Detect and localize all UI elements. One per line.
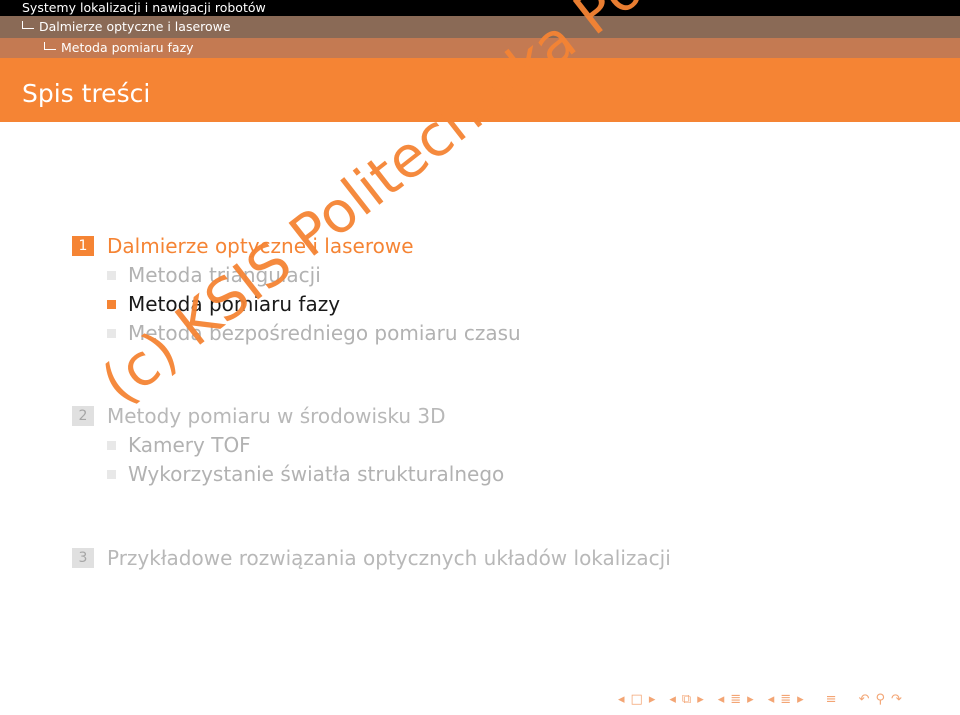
section-number-badge: 2 [72, 406, 94, 426]
section-prev-icon[interactable]: ◂ [718, 692, 725, 707]
toc-subsection-2-1[interactable]: Kamery TOF [107, 433, 251, 457]
tree-branch-icon [44, 42, 56, 50]
subsection-next-icon[interactable]: ▸ [697, 692, 704, 707]
back-icon[interactable]: ↶ [859, 692, 870, 707]
header-subsection-label: Metoda pomiaru fazy [61, 40, 194, 55]
forward-icon[interactable]: ↷ [891, 692, 902, 707]
subsection-icon-2[interactable]: ≣ [780, 692, 791, 707]
toc-subsection-title: Kamery TOF [128, 433, 251, 457]
toc-subsection-title: Wykorzystanie światła strukturalnego [128, 462, 505, 486]
header-section-label: Dalmierze optyczne i laserowe [39, 19, 231, 34]
toc-subsection-2-2[interactable]: Wykorzystanie światła strukturalnego [107, 462, 504, 486]
square-bullet-icon [107, 270, 116, 280]
section-next-icon[interactable]: ▸ [747, 692, 754, 707]
header-course-title[interactable]: Systemy lokalizacji i nawigacji robotów [22, 0, 266, 16]
tree-branch-icon [22, 21, 34, 29]
square-bullet-icon [107, 469, 116, 479]
section-icon[interactable]: ≣ [730, 692, 741, 707]
subsection-next-icon-2[interactable]: ▸ [797, 692, 804, 707]
subsection-prev-icon[interactable]: ◂ [669, 692, 676, 707]
subsection-prev-icon-2[interactable]: ◂ [768, 692, 775, 707]
header-subsection-title[interactable]: Metoda pomiaru fazy [44, 38, 194, 58]
toc-section-3[interactable]: 3 Przykładowe rozwiązania optycznych ukł… [72, 546, 671, 570]
frame-prev-icon[interactable]: ◂ [618, 692, 625, 707]
square-bullet-icon [107, 440, 116, 450]
subsection-icon[interactable]: ⧉ [682, 692, 691, 707]
section-number-badge: 1 [72, 236, 94, 256]
frame-next-icon[interactable]: ▸ [649, 692, 656, 707]
square-bullet-icon [107, 299, 116, 309]
toc-section-title: Metody pomiaru w środowisku 3D [107, 404, 446, 428]
toc-icon[interactable]: ≡ [826, 692, 837, 707]
square-bullet-icon [107, 328, 116, 338]
frame-icon[interactable]: □ [631, 692, 643, 707]
section-number-badge: 3 [72, 548, 94, 568]
beamer-navigation-symbols: ◂ □ ▸ ◂ ⧉ ▸ ◂ ≣ ▸ ◂ ≣ ▸ ≡ ↶ ⚲ ↷ [618, 690, 908, 708]
header-section-title[interactable]: Dalmierze optyczne i laserowe [22, 16, 231, 38]
frame-title: Spis treści [22, 79, 151, 108]
search-icon[interactable]: ⚲ [875, 692, 885, 707]
toc-section-title: Przykładowe rozwiązania optycznych układ… [107, 546, 671, 570]
